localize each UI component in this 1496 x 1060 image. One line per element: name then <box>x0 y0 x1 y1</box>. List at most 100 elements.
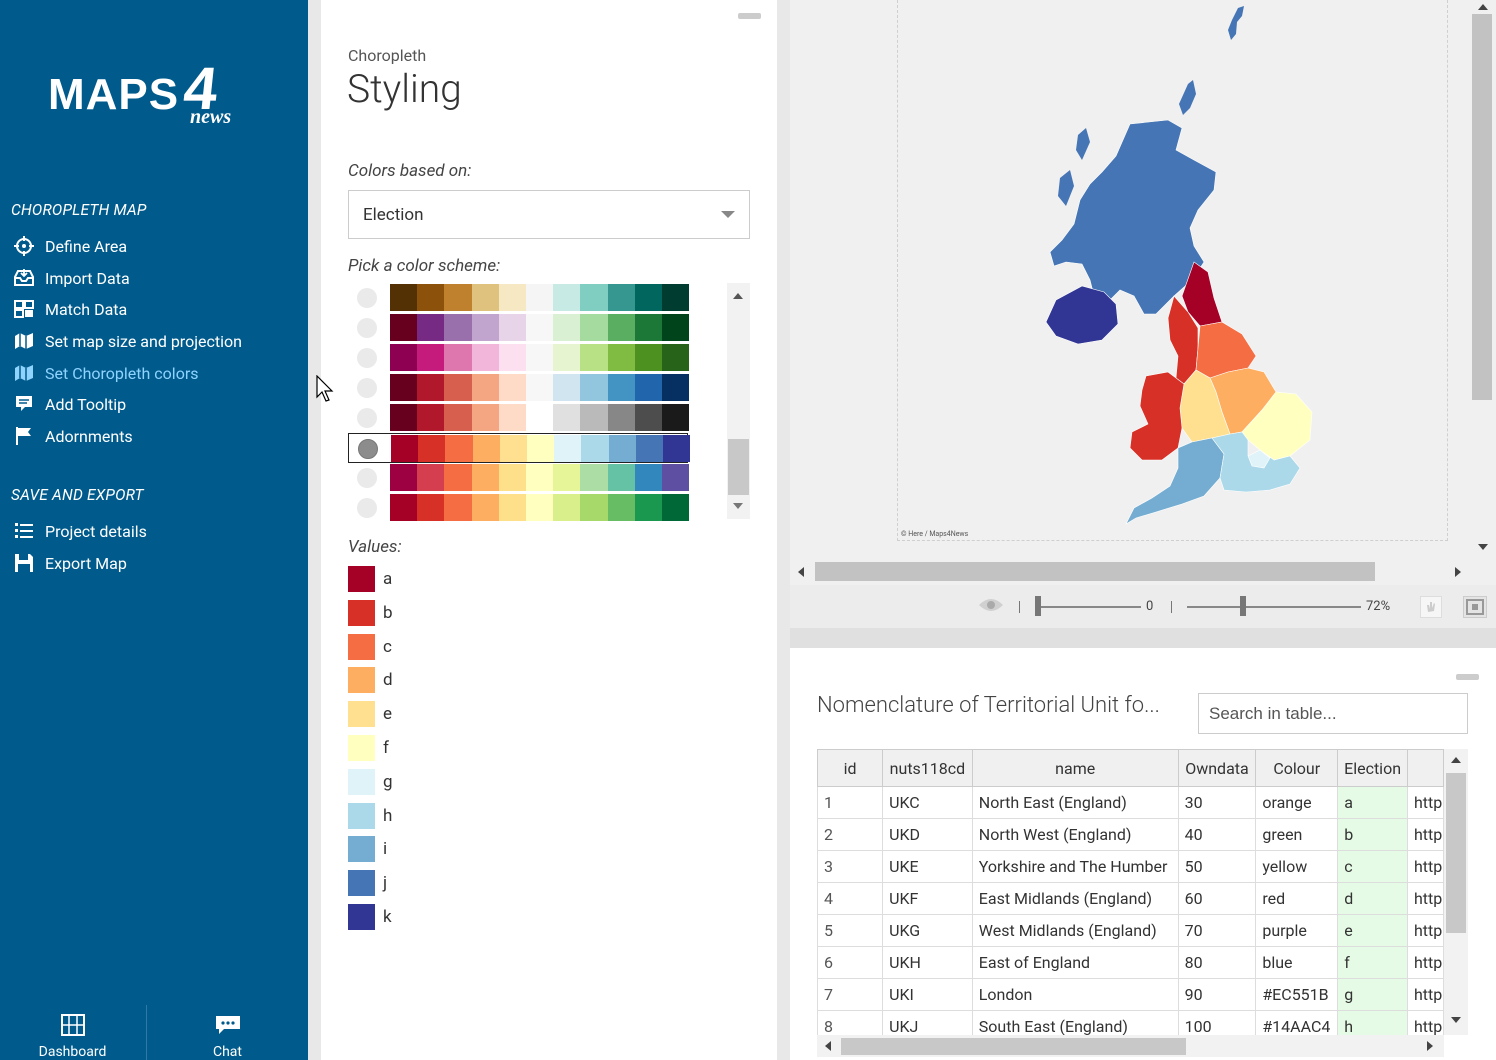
table-vertical-scrollbar[interactable] <box>1444 749 1468 1035</box>
nav-project-details[interactable]: Project details <box>13 518 147 544</box>
maps4news-logo[interactable]: MAPS 4 news <box>48 55 248 130</box>
table-row[interactable]: 3 UKE Yorkshire and The Humber 50 yellow c htt… <box>817 850 1444 883</box>
value-legend-item[interactable]: f <box>348 735 389 761</box>
table-cell[interactable]: UKH <box>882 946 973 979</box>
map-canvas[interactable]: © Here / Maps4News <box>790 0 1470 558</box>
table-cell[interactable]: purple <box>1255 914 1339 947</box>
table-cell[interactable]: East of England <box>971 946 1179 979</box>
table-cell[interactable]: #14AAC4 <box>1255 1010 1339 1035</box>
table-cell[interactable]: South East (England) <box>971 1010 1179 1035</box>
nav-adornments[interactable]: Adornments <box>13 423 133 449</box>
nav-choropleth-colors[interactable]: Set Choropleth colors <box>13 360 199 386</box>
table-cell[interactable]: North East (England) <box>971 786 1179 819</box>
table-cell[interactable]: UKF <box>882 882 973 915</box>
chat-button[interactable]: Chat <box>146 1005 308 1060</box>
value-color-swatch[interactable] <box>348 633 375 660</box>
table-row[interactable]: 2 UKD North West (England) 40 green b http <box>817 818 1444 851</box>
table-cell[interactable]: 50 <box>1177 850 1257 883</box>
value-color-swatch[interactable] <box>348 870 375 897</box>
column-header[interactable]: Election <box>1337 749 1408 787</box>
table-cell[interactable]: North West (England) <box>971 818 1179 851</box>
value-legend-item[interactable]: k <box>348 904 392 930</box>
styling-minimize-button[interactable] <box>738 13 761 19</box>
color-scheme-option[interactable] <box>348 433 691 463</box>
value-color-swatch[interactable] <box>348 667 375 694</box>
nav-match-data[interactable]: Match Data <box>13 296 127 322</box>
table-row[interactable]: 8 UKJ South East (England) 100 #14AAC4 h http <box>817 1010 1444 1035</box>
column-header[interactable] <box>1406 749 1444 787</box>
colors-based-on-select[interactable]: Election <box>348 190 750 239</box>
table-cell[interactable]: UKI <box>882 978 973 1011</box>
table-cell[interactable]: http <box>1406 818 1444 851</box>
scheme-scroll-thumb[interactable] <box>728 439 749 495</box>
value-legend-item[interactable]: i <box>348 836 387 863</box>
nav-import-data[interactable]: Import Data <box>13 265 130 291</box>
value-legend-item[interactable]: c <box>348 633 392 660</box>
column-header[interactable]: Owndata <box>1177 749 1257 787</box>
nav-add-tooltip[interactable]: Add Tooltip <box>13 391 126 417</box>
value-legend-item[interactable]: b <box>348 599 393 626</box>
map-horizontal-scrollbar[interactable] <box>790 558 1470 585</box>
table-hscroll-thumb[interactable] <box>841 1038 1186 1055</box>
table-cell[interactable]: UKC <box>882 786 973 819</box>
table-horizontal-scrollbar[interactable] <box>817 1035 1444 1057</box>
zoom-slider-track[interactable] <box>1187 606 1361 608</box>
scheme-radio[interactable] <box>358 439 378 459</box>
value-color-swatch[interactable] <box>348 836 375 863</box>
table-cell[interactable]: 3 <box>817 850 884 883</box>
table-cell[interactable]: UKG <box>882 914 973 947</box>
uk-choropleth-map[interactable] <box>790 0 1470 558</box>
scheme-radio[interactable] <box>357 318 377 338</box>
value-color-swatch[interactable] <box>348 768 375 795</box>
zoom-slider-thumb[interactable] <box>1240 596 1246 616</box>
table-cell[interactable]: London <box>971 978 1179 1011</box>
table-cell[interactable]: 40 <box>1177 818 1257 851</box>
scroll-up-icon[interactable] <box>733 293 743 299</box>
value-legend-item[interactable]: j <box>348 870 387 897</box>
table-cell[interactable]: d <box>1337 882 1408 915</box>
dashboard-button[interactable]: Dashboard <box>0 1005 145 1060</box>
scroll-down-icon[interactable] <box>1451 1017 1461 1023</box>
nav-map-size-projection[interactable]: Set map size and projection <box>13 328 242 354</box>
table-cell[interactable]: 30 <box>1177 786 1257 819</box>
color-scheme-option[interactable] <box>348 493 690 523</box>
table-cell[interactable]: f <box>1337 946 1408 979</box>
nav-export-map[interactable]: Export Map <box>13 550 127 576</box>
table-cell[interactable]: UKJ <box>882 1010 973 1035</box>
scheme-scrollbar[interactable] <box>727 283 750 519</box>
pointer-tool-button[interactable] <box>1420 596 1442 618</box>
value-color-swatch[interactable] <box>348 802 375 829</box>
nav-define-area[interactable]: Define Area <box>13 233 127 259</box>
table-cell[interactable]: 7 <box>817 978 884 1011</box>
fit-to-view-button[interactable] <box>1463 596 1487 618</box>
table-cell[interactable]: http <box>1406 914 1444 947</box>
scroll-right-icon[interactable] <box>1455 567 1461 577</box>
table-row[interactable]: 4 UKF East Midlands (England) 60 red d http <box>817 882 1444 915</box>
table-cell[interactable]: blue <box>1255 946 1339 979</box>
map-vertical-scrollbar[interactable] <box>1470 0 1496 558</box>
value-legend-item[interactable]: g <box>348 768 393 795</box>
value-legend-item[interactable]: a <box>348 566 392 592</box>
table-cell[interactable]: 4 <box>817 882 884 915</box>
table-cell[interactable]: http <box>1406 978 1444 1011</box>
value-color-swatch[interactable] <box>348 701 375 728</box>
value-color-swatch[interactable] <box>348 735 375 761</box>
table-cell[interactable]: yellow <box>1255 850 1339 883</box>
table-row[interactable]: 7 UKI London 90 #EC551B g http <box>817 978 1444 1011</box>
table-cell[interactable]: http <box>1406 1010 1444 1035</box>
table-cell[interactable]: red <box>1255 882 1339 915</box>
column-header[interactable]: nuts118cd <box>882 749 973 787</box>
table-cell[interactable]: b <box>1337 818 1408 851</box>
table-cell[interactable]: #EC551B <box>1255 978 1339 1011</box>
data-table[interactable]: id nuts118cd name Owndata Colour Election 1 UK… <box>817 749 1444 1035</box>
table-cell[interactable]: c <box>1337 850 1408 883</box>
color-scheme-option[interactable] <box>348 373 690 403</box>
scroll-up-icon[interactable] <box>1451 757 1461 763</box>
color-scheme-option[interactable] <box>348 283 690 313</box>
table-cell[interactable]: 2 <box>817 818 884 851</box>
table-cell[interactable]: http <box>1406 882 1444 915</box>
table-cell[interactable]: 100 <box>1177 1010 1257 1035</box>
color-scheme-option[interactable] <box>348 343 690 373</box>
table-minimize-button[interactable] <box>1456 674 1479 680</box>
scheme-radio[interactable] <box>357 288 377 308</box>
